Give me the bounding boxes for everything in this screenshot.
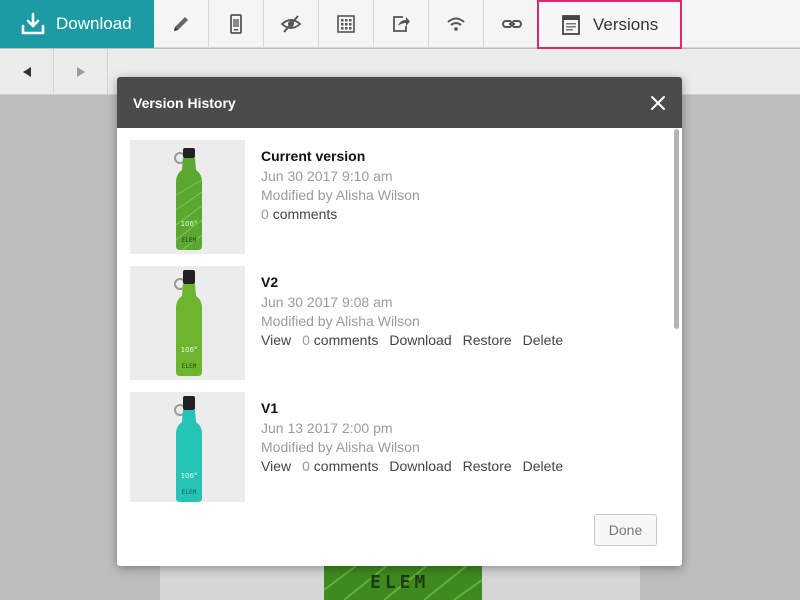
canvas-logo-text: ELEM — [370, 572, 430, 593]
version-modified-by: Modified by Alisha Wilson — [261, 313, 420, 329]
bottle-image: 106° ELEM — [174, 396, 202, 502]
version-item-current: 106° ELEM Current version Jun 30 2017 9:… — [130, 140, 670, 255]
export-button[interactable] — [374, 0, 429, 48]
wifi-button[interactable] — [429, 0, 484, 48]
comments-link[interactable]: 0 comments — [261, 206, 337, 226]
scrollbar-thumb[interactable] — [674, 129, 679, 329]
view-link[interactable]: View — [261, 458, 291, 478]
link-button[interactable] — [484, 0, 539, 48]
version-thumbnail[interactable]: 106° ELEM — [130, 266, 245, 380]
previous-button[interactable] — [0, 49, 54, 94]
version-thumbnail[interactable]: 106° ELEM — [130, 140, 245, 254]
versions-button[interactable]: Versions — [537, 0, 682, 49]
bottle-image: 106° ELEM — [174, 148, 203, 251]
version-name: V2 — [261, 274, 279, 290]
version-thumbnail[interactable]: 106° ELEM — [130, 392, 245, 502]
bottle-logo-text: ELEM — [182, 363, 197, 370]
bottle-logo-text: ELEM — [182, 237, 197, 244]
phone-icon — [230, 14, 242, 34]
edit-tool-button[interactable] — [154, 0, 209, 48]
bottle-temp-text: 106° — [181, 346, 198, 354]
device-preview-button[interactable] — [209, 0, 264, 48]
version-item-v2: 106° ELEM V2 Jun 30 2017 9:08 am Modifie… — [130, 266, 670, 381]
next-button[interactable] — [54, 49, 108, 94]
version-history-dialog: Version History 106° ELEM Current versio… — [117, 77, 682, 566]
grid-button[interactable] — [319, 0, 374, 48]
version-date: Jun 30 2017 9:08 am — [261, 294, 393, 310]
view-link[interactable]: View — [261, 332, 291, 352]
download-icon — [21, 12, 45, 35]
canvas-artwork: ELEM — [324, 560, 482, 600]
hide-button[interactable] — [264, 0, 319, 48]
comments-label: comments — [313, 332, 379, 348]
comment-count: 0 — [302, 458, 310, 474]
export-icon — [393, 16, 410, 32]
done-button[interactable]: Done — [594, 514, 657, 546]
version-modified-by: Modified by Alisha Wilson — [261, 187, 420, 203]
restore-link[interactable]: Restore — [463, 332, 512, 352]
dialog-footer: Done — [117, 502, 682, 566]
version-item-v1: 106° ELEM V1 Jun 13 2017 2:00 pm Modifie… — [130, 392, 670, 502]
grid-icon — [337, 15, 355, 33]
triangle-right-icon — [76, 66, 85, 77]
download-label: Download — [56, 14, 132, 33]
bottle-temp-text: 106° — [181, 220, 198, 228]
eye-off-icon — [280, 15, 302, 33]
version-date: Jun 30 2017 9:10 am — [261, 168, 393, 184]
comments-link[interactable]: 0 comments — [302, 458, 378, 478]
bottle-temp-text: 106° — [181, 472, 198, 480]
version-date: Jun 13 2017 2:00 pm — [261, 420, 393, 436]
close-icon[interactable] — [650, 95, 666, 111]
comments-label: comments — [272, 206, 338, 222]
version-modified-by: Modified by Alisha Wilson — [261, 439, 420, 455]
versions-icon — [562, 14, 580, 35]
bottle-image: 106° ELEM — [174, 270, 202, 376]
delete-link[interactable]: Delete — [523, 458, 563, 478]
dialog-header: Version History — [117, 77, 682, 128]
main-toolbar: Download Versions — [0, 0, 800, 49]
download-link[interactable]: Download — [389, 458, 451, 478]
link-icon — [501, 20, 522, 28]
comment-count: 0 — [302, 332, 310, 348]
wifi-icon — [447, 17, 465, 31]
download-button[interactable]: Download — [0, 0, 154, 48]
bottle-logo-text: ELEM — [182, 489, 197, 496]
comments-label: comments — [313, 458, 379, 474]
download-link[interactable]: Download — [389, 332, 451, 352]
delete-link[interactable]: Delete — [523, 332, 563, 352]
version-list[interactable]: 106° ELEM Current version Jun 30 2017 9:… — [117, 128, 682, 502]
restore-link[interactable]: Restore — [463, 458, 512, 478]
version-name: Current version — [261, 148, 366, 164]
version-name: V1 — [261, 400, 279, 416]
comments-link[interactable]: 0 comments — [302, 332, 378, 352]
pencil-icon — [174, 17, 188, 31]
versions-label: Versions — [593, 14, 659, 34]
comment-count: 0 — [261, 206, 269, 222]
triangle-left-icon — [22, 66, 31, 77]
dialog-title: Version History — [133, 94, 236, 111]
